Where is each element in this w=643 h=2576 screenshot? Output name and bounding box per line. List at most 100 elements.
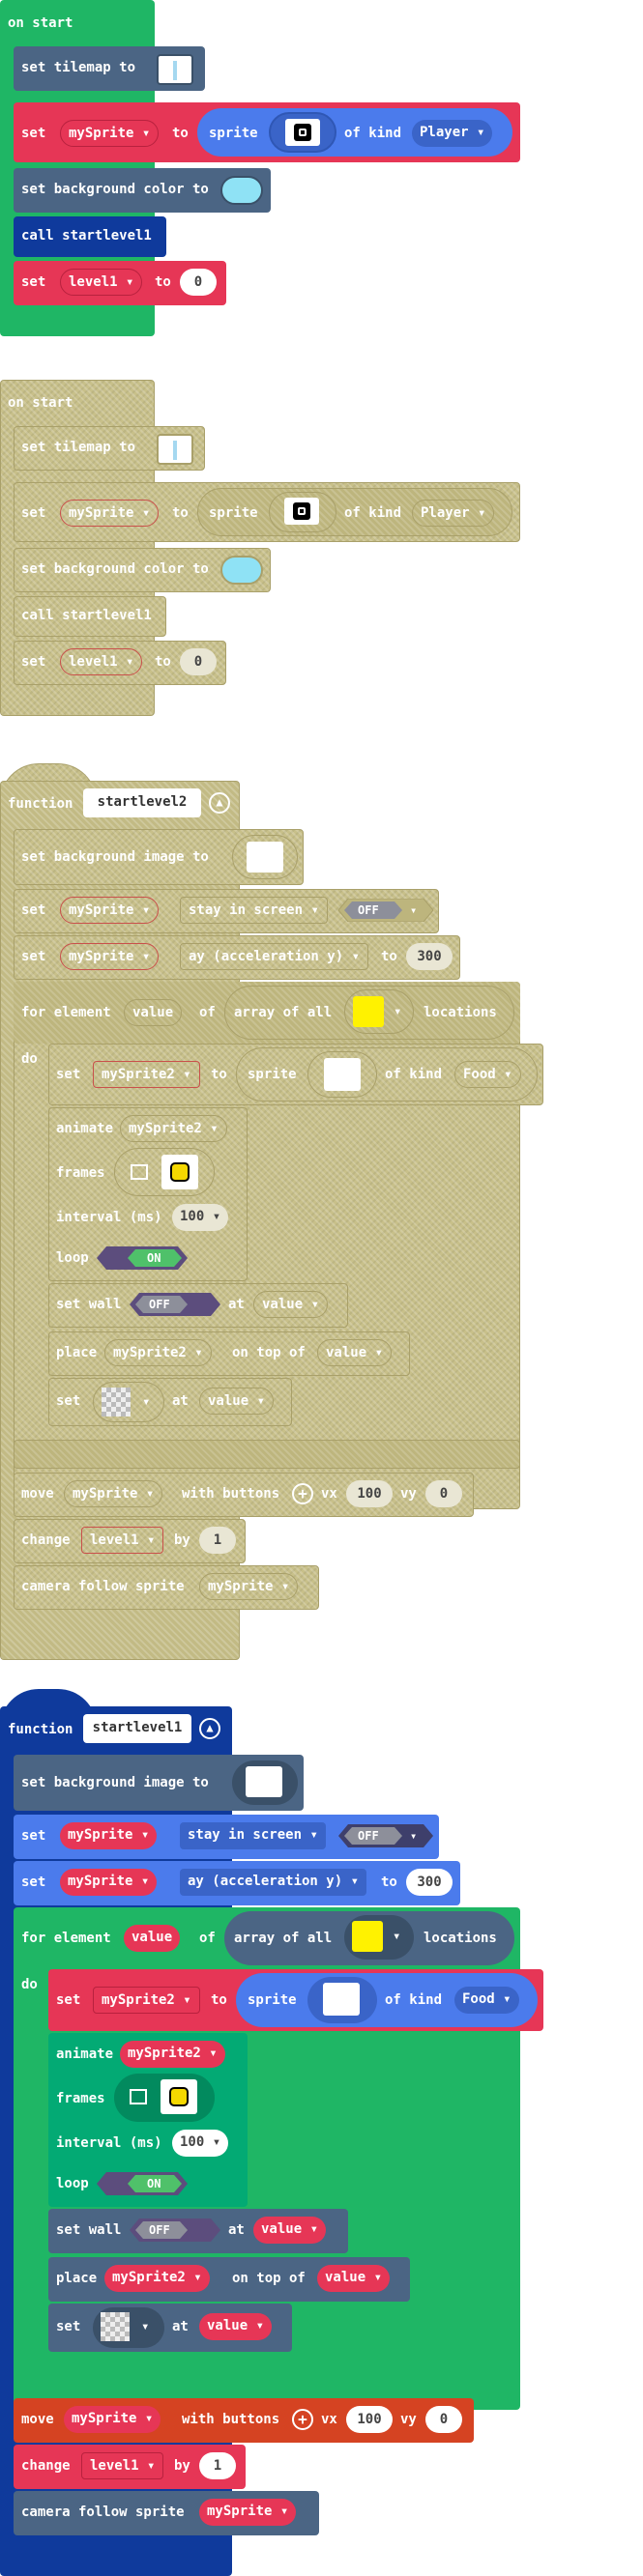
- interval1-dropdown[interactable]: 100: [172, 2130, 229, 2157]
- bg-color-disabled-swatch[interactable]: [220, 556, 263, 585]
- loop-on-toggle[interactable]: ON: [97, 1246, 188, 1270]
- by-input[interactable]: 1: [199, 1527, 236, 1554]
- sprite-var-dropdown[interactable]: mySprite: [60, 120, 160, 147]
- tilemap-disabled-thumbnail[interactable]: [157, 434, 193, 465]
- change1-level-dropdown[interactable]: level1: [81, 2452, 164, 2479]
- ay-sprite-dropdown[interactable]: mySprite: [60, 943, 160, 970]
- function-name-field[interactable]: startlevel2: [83, 788, 201, 817]
- place1-sprite2-dropdown[interactable]: mySprite2: [104, 2265, 210, 2292]
- kind-player-disabled-dropdown[interactable]: Player: [412, 500, 495, 527]
- call-label: call startlevel1: [21, 228, 152, 243]
- sprite-image-disabled-picker[interactable]: [269, 492, 336, 532]
- bg-image-picker[interactable]: [232, 835, 298, 879]
- film1-icon: [130, 2089, 147, 2104]
- place1-label: place: [56, 2271, 98, 2286]
- place-value-dropdown[interactable]: value: [317, 1339, 393, 1366]
- sprite2-var-dropdown[interactable]: mySprite2: [93, 1061, 200, 1088]
- player-sprite-icon: [294, 124, 311, 141]
- expand1-plus-icon[interactable]: +: [292, 2409, 313, 2430]
- tile1-set-label: set: [56, 2319, 81, 2334]
- transparent-tile1-icon: [101, 2312, 130, 2341]
- function1-name-field[interactable]: startlevel1: [83, 1714, 191, 1743]
- vy-input[interactable]: 0: [425, 1480, 462, 1507]
- vy1-input[interactable]: 0: [425, 2406, 462, 2433]
- of-kind-disabled-label: of kind: [344, 505, 402, 521]
- bg1-image-picker[interactable]: [232, 1760, 298, 1805]
- tile-image-picker[interactable]: ▾: [93, 1382, 164, 1422]
- wall-off-text: OFF: [149, 1298, 170, 1311]
- tilemap-thumbnail[interactable]: [157, 54, 193, 85]
- stay-sprite-dropdown[interactable]: mySprite: [60, 897, 160, 924]
- stay-in-screen-dropdown[interactable]: stay in screen: [180, 897, 328, 924]
- animate1-sprite2-dropdown[interactable]: mySprite2: [120, 2041, 225, 2068]
- interval1-label: interval (ms): [56, 2135, 162, 2151]
- tile1-value-dropdown[interactable]: value: [199, 2313, 273, 2340]
- kind-food-dropdown[interactable]: Food: [454, 1061, 521, 1088]
- camera1-sprite-dropdown[interactable]: mySprite: [199, 2499, 297, 2526]
- sprite-image-picker[interactable]: [269, 112, 336, 153]
- level-value-disabled-input[interactable]: 0: [180, 648, 217, 675]
- frames1-picker[interactable]: [114, 2074, 215, 2122]
- stay1-off-toggle[interactable]: OFF ▾: [338, 1824, 433, 1847]
- wall1-off-toggle-shape: [130, 2218, 220, 2242]
- do-label: do: [21, 1051, 38, 1067]
- vx-input[interactable]: 100: [346, 1480, 393, 1507]
- ay1-sprite-dropdown[interactable]: mySprite: [60, 1869, 158, 1896]
- animate-sprite2-dropdown[interactable]: mySprite2: [120, 1115, 227, 1142]
- sprite2-1-var-dropdown[interactable]: mySprite2: [93, 1987, 200, 2014]
- expand-plus-icon[interactable]: +: [292, 1483, 313, 1504]
- sprite-disabled-label: sprite: [209, 505, 258, 521]
- place-label: place: [56, 1345, 98, 1360]
- level-value-input[interactable]: 0: [180, 269, 217, 296]
- by1-input[interactable]: 1: [199, 2452, 236, 2479]
- level-var-dropdown[interactable]: level1: [60, 269, 143, 296]
- level-to-disabled-label: to: [155, 654, 171, 670]
- for1-value-var[interactable]: value: [124, 1925, 181, 1952]
- collapse1-chevron-icon[interactable]: ▲: [199, 1718, 220, 1739]
- place-sprite2-dropdown[interactable]: mySprite2: [104, 1339, 212, 1366]
- kind-player-dropdown[interactable]: Player: [412, 120, 493, 147]
- interval-dropdown[interactable]: 100: [172, 1204, 229, 1231]
- collapse-chevron-icon[interactable]: ▲: [209, 792, 230, 814]
- tilemap-disabled-preview-icon: [173, 441, 177, 460]
- wall1-off-toggle[interactable]: OFF: [130, 2218, 220, 2242]
- level-to-label: to: [155, 274, 171, 290]
- move1-sprite-dropdown[interactable]: mySprite: [64, 2406, 161, 2433]
- camera-sprite-dropdown[interactable]: mySprite: [199, 1573, 299, 1600]
- level-var-disabled-dropdown[interactable]: level1: [60, 648, 143, 675]
- stay-off-toggle[interactable]: OFF ▾: [338, 899, 433, 922]
- stay1-in-screen-dropdown[interactable]: stay in screen: [180, 1822, 326, 1849]
- loop1-label: loop: [56, 2176, 89, 2191]
- change-level-dropdown[interactable]: level1: [81, 1527, 164, 1554]
- set-level-disabled-label: set: [21, 654, 46, 670]
- loop1-on-toggle[interactable]: ON: [97, 2172, 188, 2195]
- stay1-sprite-dropdown[interactable]: mySprite: [60, 1822, 158, 1849]
- ay-property-dropdown[interactable]: ay (acceleration y): [180, 943, 369, 970]
- tile1-picker[interactable]: ▾: [344, 1915, 414, 1960]
- sprite2-1-image-picker[interactable]: [307, 1977, 377, 2023]
- bg-color-swatch[interactable]: [220, 176, 263, 205]
- place1-value-dropdown[interactable]: value: [317, 2265, 391, 2292]
- wall-off-toggle[interactable]: OFF: [130, 1293, 220, 1316]
- tile1-image-picker[interactable]: ▾: [93, 2307, 164, 2348]
- ay1-property-dropdown[interactable]: ay (acceleration y): [180, 1869, 367, 1896]
- set-level-label: set: [21, 274, 46, 290]
- sprite2-image-picker[interactable]: [307, 1051, 377, 1098]
- function1-keyword: function: [8, 1722, 73, 1737]
- tile-picker[interactable]: ▾: [344, 989, 414, 1034]
- on-start-label: on start: [8, 15, 73, 31]
- tile-value-dropdown[interactable]: value: [199, 1388, 275, 1415]
- frames-picker[interactable]: [114, 1148, 215, 1196]
- locations1-label: locations: [424, 1931, 497, 1946]
- frames1-label: frames: [56, 2091, 105, 2106]
- move-sprite-dropdown[interactable]: mySprite: [64, 1480, 163, 1507]
- ay-value-input[interactable]: 300: [406, 943, 453, 970]
- wall1-value-dropdown[interactable]: value: [253, 2217, 327, 2244]
- vx1-input[interactable]: 100: [346, 2406, 393, 2433]
- sprite-var-disabled-dropdown[interactable]: mySprite: [60, 500, 160, 527]
- kind1-food-dropdown[interactable]: Food: [454, 1987, 519, 2014]
- for-value-var[interactable]: value: [124, 999, 183, 1026]
- wall-value-dropdown[interactable]: value: [253, 1291, 329, 1318]
- ay1-value-input[interactable]: 300: [406, 1869, 453, 1896]
- sprite-image-thumb: [285, 119, 320, 146]
